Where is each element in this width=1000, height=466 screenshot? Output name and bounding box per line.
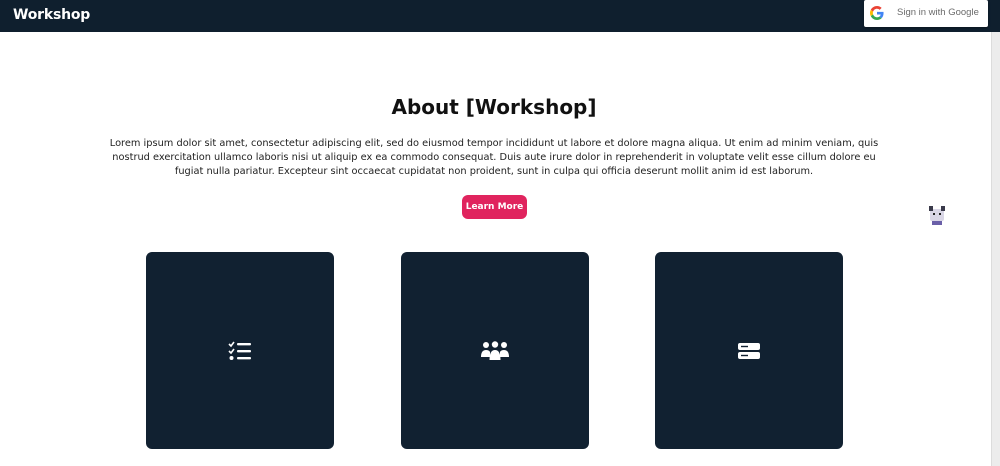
floating-mascot-icon[interactable] <box>926 203 948 227</box>
server-icon <box>738 342 760 359</box>
checklist-icon <box>228 341 251 360</box>
google-signin-button[interactable]: Sign in with Google <box>864 0 988 27</box>
brand-logo-text[interactable]: Workshop <box>13 7 90 23</box>
feature-card-server[interactable] <box>655 252 843 449</box>
google-signin-label: Sign in with Google <box>897 7 979 18</box>
feature-card-checklist[interactable] <box>146 252 334 449</box>
vertical-scrollbar[interactable] <box>991 32 1000 466</box>
learn-more-button[interactable]: Learn More <box>462 195 527 219</box>
about-title: About [Workshop] <box>391 95 597 119</box>
about-description: Lorem ipsum dolor sit amet, consectetur … <box>109 138 879 177</box>
people-group-icon <box>481 340 509 360</box>
top-navbar: Workshop Sign in with Google <box>0 0 1000 32</box>
google-icon <box>870 6 884 20</box>
feature-card-people[interactable] <box>401 252 589 449</box>
